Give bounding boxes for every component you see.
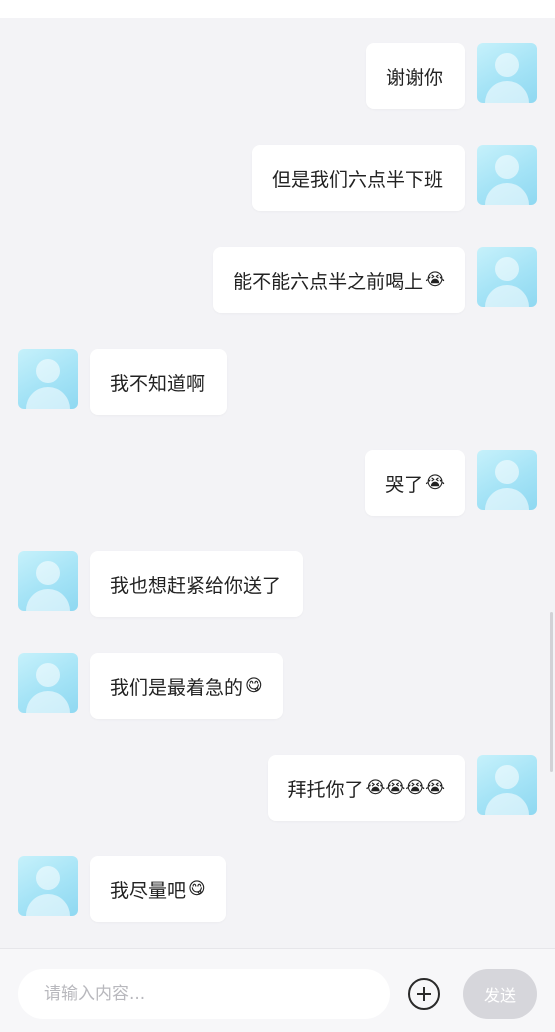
avatar-body [26,691,70,713]
message-text: 但是我们六点半下班 [271,168,443,191]
avatar-body [485,183,529,205]
avatar-body [485,81,529,103]
avatar-head [36,359,60,383]
message-row-outgoing: 拜托你了 😭😭😭😭 [0,755,555,827]
top-bar [0,0,555,18]
crying-emoji: 😭😭😭😭 [365,778,445,798]
message-row-outgoing: 谢谢你 [0,43,555,115]
avatar-body [485,793,529,815]
message-text: 能不能六点半之前喝上 [233,270,424,293]
message-row-outgoing: 哭了 😭 [0,450,555,522]
avatar[interactable] [18,856,78,916]
avatar[interactable] [477,145,537,205]
yum-emoji: 😋 [245,676,263,696]
message-row-outgoing: 但是我们六点半下班 [0,145,555,217]
message-bubble[interactable]: 我不知道啊 [90,349,228,415]
message-text: 我尽量吧 [110,879,187,902]
avatar[interactable] [18,551,78,611]
message-bubble[interactable]: 我也想赶紧给你送了 [90,551,304,617]
crying-emoji: 😭 [425,473,445,493]
plus-circle-icon[interactable] [408,978,440,1010]
avatar[interactable] [477,247,537,307]
avatar-head [36,663,60,687]
message-text: 我也想赶紧给你送了 [110,574,282,597]
message-text: 谢谢你 [385,66,443,89]
avatar-head [495,155,519,179]
scrollbar[interactable] [550,612,553,772]
composer-bar: 发送 [0,948,555,1032]
avatar-head [495,257,519,281]
crying-emoji: 😭 [425,270,445,290]
message-text: 我们是最着急的 [110,676,244,699]
message-text: 我不知道啊 [110,372,206,395]
message-bubble[interactable]: 谢谢你 [365,43,465,109]
send-button[interactable]: 发送 [463,969,537,1019]
message-bubble[interactable]: 哭了 😭 [365,450,465,516]
message-bubble[interactable]: 能不能六点半之前喝上 😭 [213,247,465,313]
message-row-incoming: 我尽量吧 😋 [0,856,555,928]
avatar[interactable] [18,653,78,713]
message-row-incoming: 我们是最着急的 😋 [0,653,555,725]
avatar-head [36,561,60,585]
avatar-body [26,894,70,916]
avatar-body [485,285,529,307]
avatar-body [485,488,529,510]
message-bubble[interactable]: 拜托你了 😭😭😭😭 [267,755,465,821]
avatar-body [26,387,70,409]
message-bubble[interactable]: 我尽量吧 😋 [90,856,226,922]
avatar[interactable] [18,349,78,409]
avatar-head [495,460,519,484]
message-row-incoming: 我也想赶紧给你送了 [0,551,555,623]
message-bubble[interactable]: 但是我们六点半下班 [251,145,465,211]
yum-emoji: 😋 [188,879,206,899]
message-row-incoming: 我不知道啊 [0,349,555,421]
message-bubble[interactable]: 我们是最着急的 😋 [90,653,283,719]
avatar[interactable] [477,450,537,510]
message-row-outgoing: 能不能六点半之前喝上 😭 [0,247,555,319]
avatar-head [36,866,60,890]
chat-list[interactable]: 谢谢你 但是我们六点半下班 能不能六点半之前喝上 😭 我不知道啊 哭了 😭 我也想赶… [0,18,555,948]
message-text: 哭了 [385,473,424,496]
message-input[interactable] [18,969,390,1019]
avatar[interactable] [477,43,537,103]
avatar-head [495,53,519,77]
avatar-body [26,589,70,611]
avatar-head [495,765,519,789]
message-text: 拜托你了 [287,778,364,801]
avatar[interactable] [477,755,537,815]
